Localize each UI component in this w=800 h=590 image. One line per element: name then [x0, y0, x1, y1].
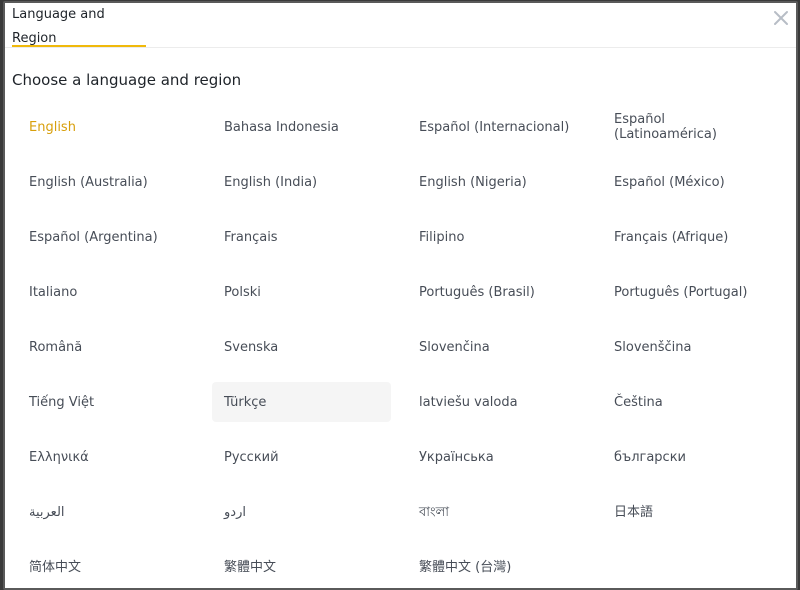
- language-option-label: Slovenčina: [419, 339, 490, 355]
- language-option[interactable]: Ελληνικά: [17, 437, 196, 477]
- language-option-label: Español (Latinoamérica): [614, 112, 717, 142]
- language-option-label: 繁體中文 (台灣): [419, 559, 512, 575]
- language-option[interactable]: 繁體中文 (台灣): [407, 547, 586, 587]
- language-option[interactable]: Українська: [407, 437, 586, 477]
- language-option[interactable]: Français (Afrique): [602, 217, 781, 257]
- language-option[interactable]: Português (Brasil): [407, 272, 586, 312]
- language-option[interactable]: اردو: [212, 492, 391, 532]
- language-option-label: Português (Portugal): [614, 284, 748, 300]
- language-option[interactable]: বাংলা: [407, 492, 586, 532]
- language-option[interactable]: Português (Portugal): [602, 272, 781, 312]
- language-option-label: 繁體中文: [224, 559, 277, 575]
- language-option[interactable]: English: [17, 107, 196, 147]
- language-option-label: Português (Brasil): [419, 284, 535, 300]
- language-option-label: اردو: [224, 504, 246, 520]
- close-icon: [774, 11, 788, 25]
- language-option-label: Tiếng Việt: [29, 394, 95, 410]
- language-option[interactable]: 简体中文: [17, 547, 196, 587]
- language-option-label: English (Australia): [29, 174, 148, 190]
- language-option[interactable]: Español (México): [602, 162, 781, 202]
- language-option-label: English (India): [224, 174, 318, 190]
- language-option-label: 简体中文: [29, 559, 82, 575]
- language-option-label: български: [614, 449, 687, 465]
- language-option[interactable]: 日本語: [602, 492, 781, 532]
- language-option-label: English (Nigeria): [419, 174, 527, 190]
- language-option-label: Türkçe: [224, 394, 267, 410]
- dialog-tabbar: Language and Region: [5, 3, 796, 48]
- dialog-heading: Choose a language and region: [12, 71, 242, 89]
- language-option[interactable]: English (Australia): [17, 162, 196, 202]
- language-option[interactable]: English (India): [212, 162, 391, 202]
- language-option-label: Español (México): [614, 174, 725, 190]
- language-option-label: Ελληνικά: [29, 449, 89, 465]
- language-region-dialog: Language and Region Choose a language an…: [3, 1, 798, 590]
- language-option[interactable]: latviešu valoda: [407, 382, 586, 422]
- language-option-label: Čeština: [614, 394, 663, 410]
- language-option[interactable]: Français: [212, 217, 391, 257]
- language-option[interactable]: Svenska: [212, 327, 391, 367]
- language-option[interactable]: Bahasa Indonesia: [212, 107, 391, 147]
- language-option[interactable]: Română: [17, 327, 196, 367]
- language-option-label: বাংলা: [419, 504, 450, 520]
- language-option[interactable]: Tiếng Việt: [17, 382, 196, 422]
- language-option-label: العربية: [29, 504, 65, 520]
- language-option-label: Français: [224, 229, 278, 245]
- language-option[interactable]: Slovenčina: [407, 327, 586, 367]
- language-option-label: Español (Internacional): [419, 119, 570, 135]
- language-option[interactable]: العربية: [17, 492, 196, 532]
- language-option[interactable]: 繁體中文: [212, 547, 391, 587]
- language-option[interactable]: English (Nigeria): [407, 162, 586, 202]
- language-option-label: Italiano: [29, 284, 78, 300]
- language-option[interactable]: български: [602, 437, 781, 477]
- language-option-label: Español (Argentina): [29, 229, 158, 245]
- language-option-label: latviešu valoda: [419, 394, 518, 410]
- language-option[interactable]: Türkçe: [212, 382, 391, 422]
- language-option[interactable]: Русский: [212, 437, 391, 477]
- language-option[interactable]: Filipino: [407, 217, 586, 257]
- language-option-label: English: [29, 119, 76, 135]
- language-grid: English Bahasa Indonesia Español (Internac…: [11, 96, 791, 588]
- language-option[interactable]: Español (Argentina): [17, 217, 196, 257]
- language-option-label: Slovenščina: [614, 339, 692, 355]
- language-option-label: Русский: [224, 449, 279, 465]
- language-option-label: Polski: [224, 284, 261, 300]
- language-option[interactable]: Slovenščina: [602, 327, 781, 367]
- language-option[interactable]: Español (Latinoamérica): [602, 107, 781, 147]
- language-option[interactable]: Polski: [212, 272, 391, 312]
- language-option-label: Français (Afrique): [614, 229, 729, 245]
- language-option[interactable]: Español (Internacional): [407, 107, 586, 147]
- language-option[interactable]: Italiano: [17, 272, 196, 312]
- language-option-label: Filipino: [419, 229, 465, 245]
- language-option-label: Română: [29, 339, 83, 355]
- language-option-label: Українська: [419, 449, 494, 465]
- close-button[interactable]: [770, 7, 792, 29]
- tab-language-and-region[interactable]: Language and Region: [12, 3, 146, 47]
- language-option[interactable]: Čeština: [602, 382, 781, 422]
- language-option-label: 日本語: [614, 504, 654, 520]
- language-option-label: Svenska: [224, 339, 279, 355]
- language-option-label: Bahasa Indonesia: [224, 119, 339, 135]
